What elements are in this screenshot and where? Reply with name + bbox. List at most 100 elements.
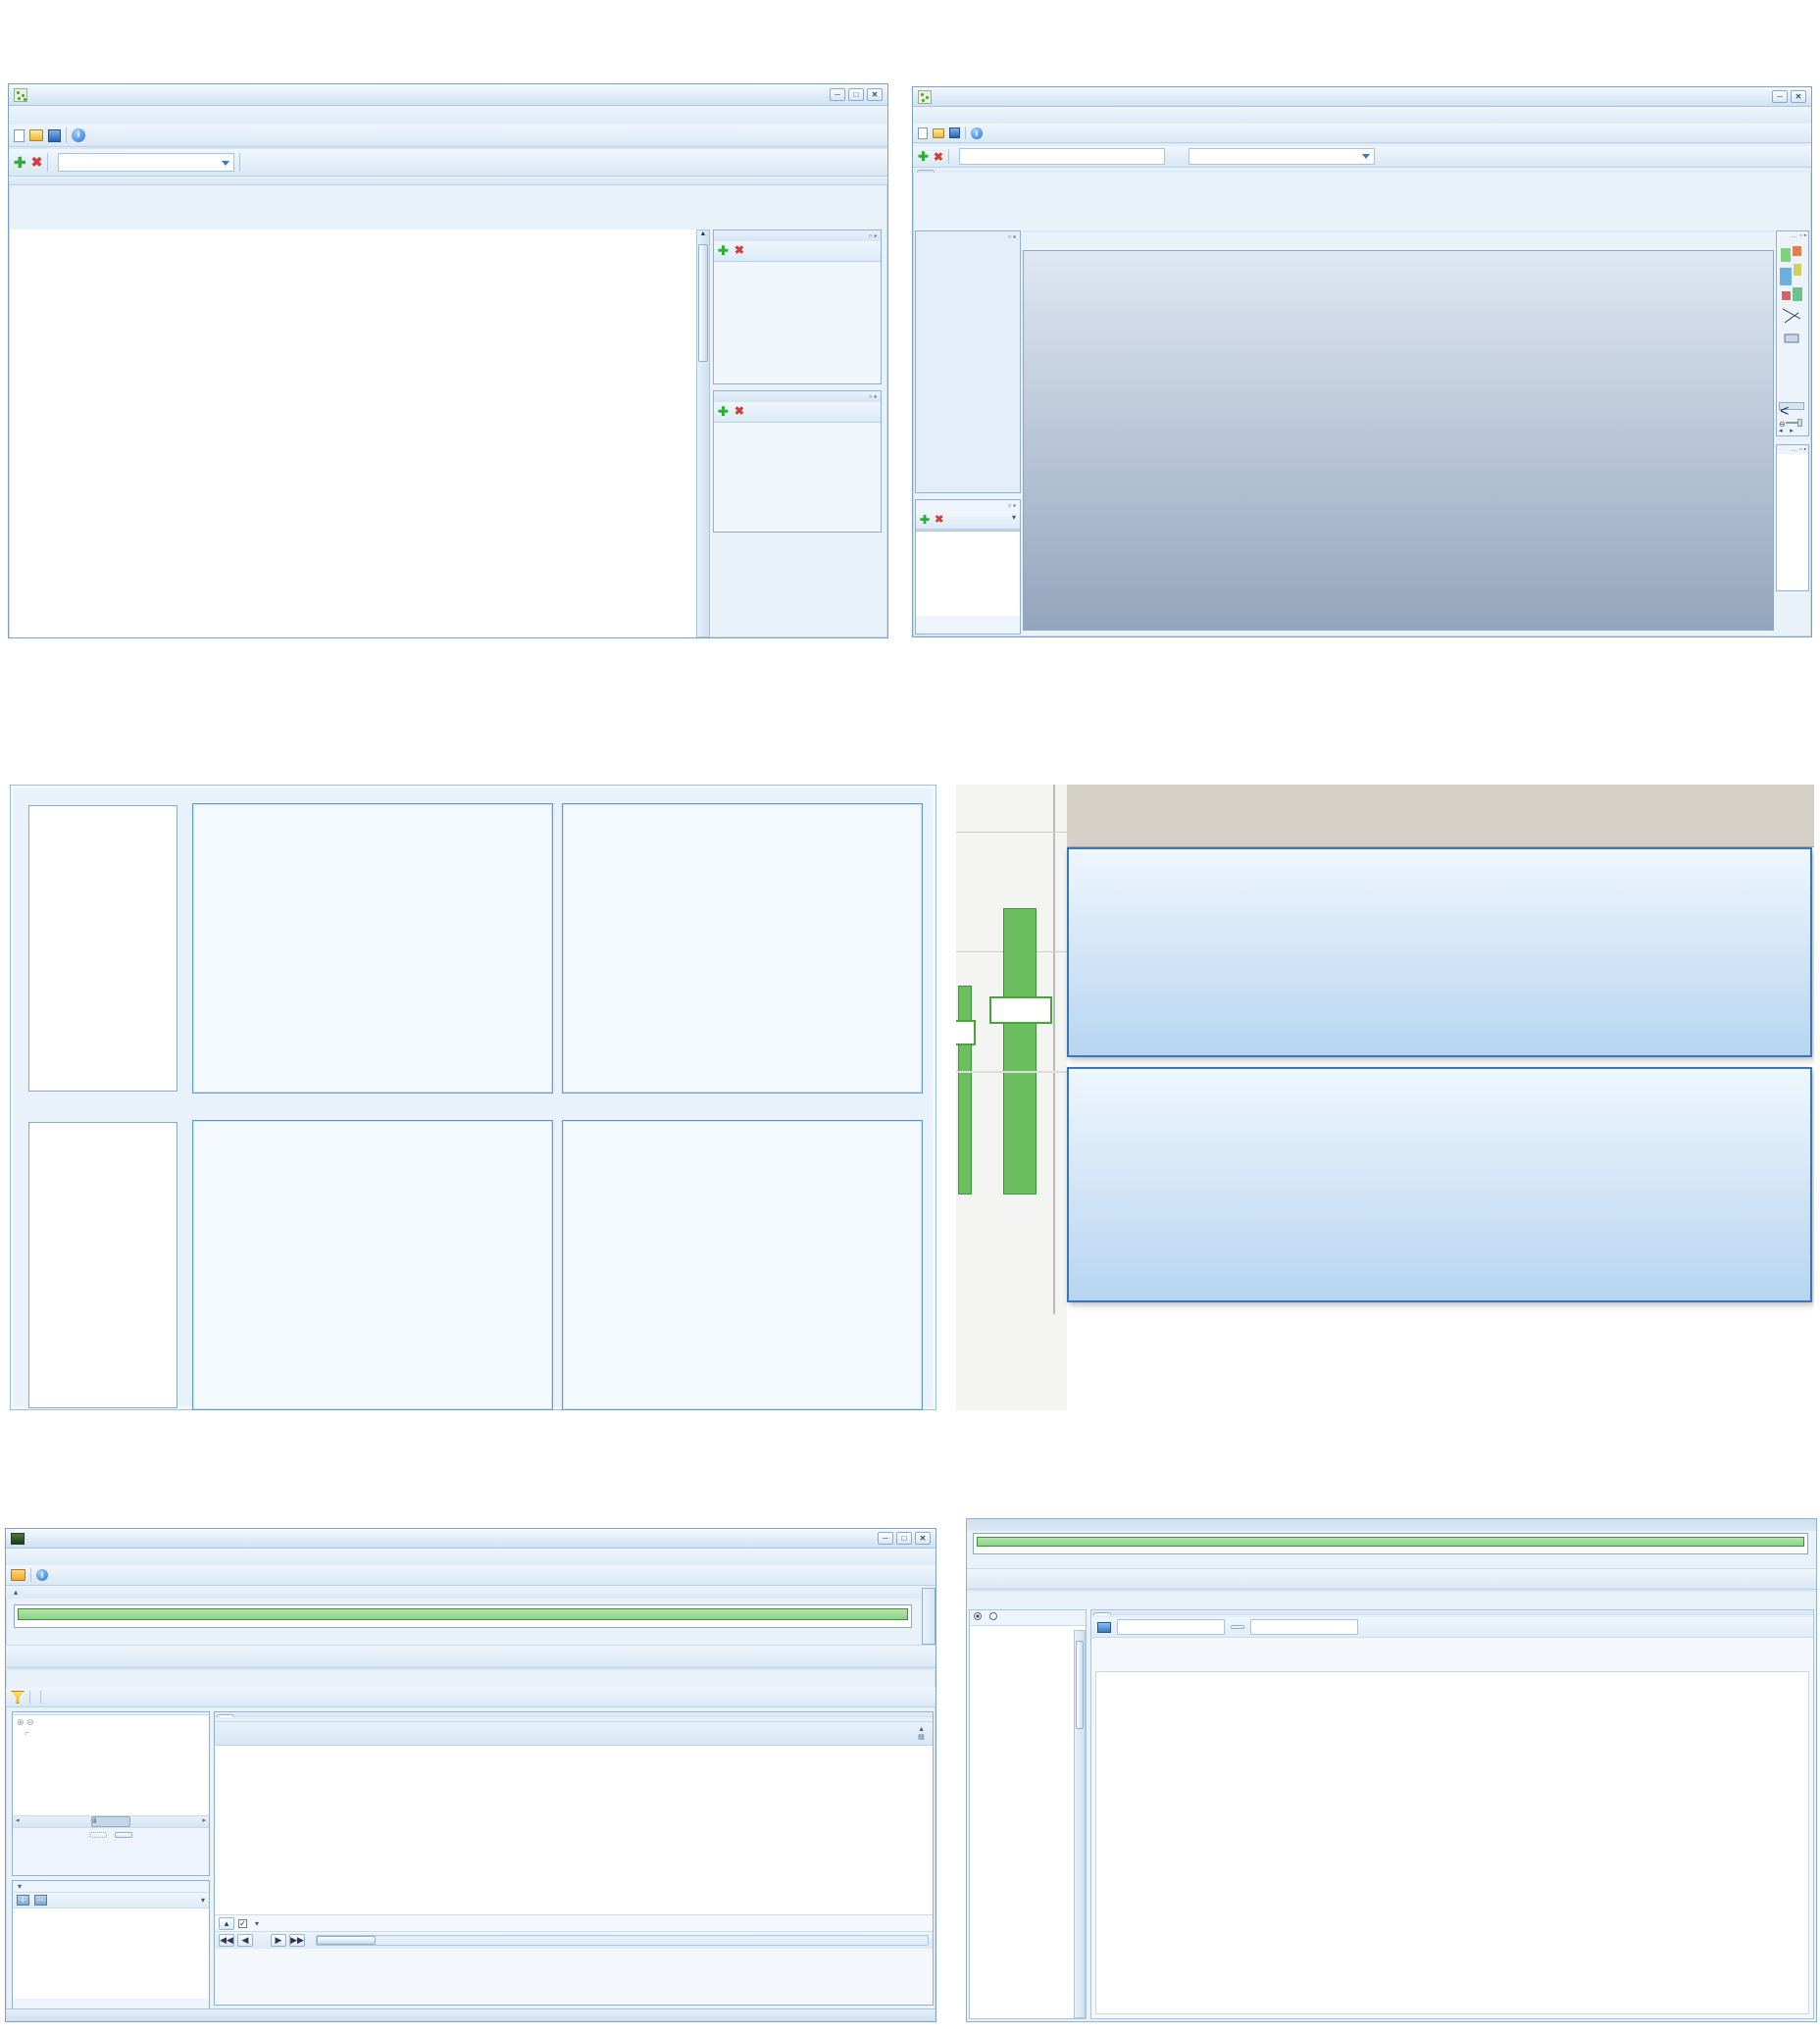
add-group-icon[interactable]: ✚ xyxy=(718,243,729,259)
maximize-icon[interactable]: □ xyxy=(896,1532,912,1545)
preset-remove-icon[interactable]: － xyxy=(34,1895,47,1906)
maximize-icon[interactable]: □ xyxy=(848,88,864,101)
tab-intellicage[interactable] xyxy=(1093,1612,1111,1615)
radio-groups[interactable] xyxy=(989,1612,997,1623)
designer-animals-window: ─ □ ✕ i ✚ ✖ ▲ ▫ ▪ ✚ ✖ ▫ ▪ ✚ ✖ xyxy=(8,83,888,638)
close-icon[interactable]: ✕ xyxy=(915,1532,931,1545)
minimize-icon[interactable]: ─ xyxy=(878,1532,893,1545)
info-side-tab[interactable] xyxy=(922,1588,935,1645)
delete-template-icon[interactable]: ✖ xyxy=(935,513,943,527)
minimap-zoom-box[interactable]: < xyxy=(1779,402,1804,420)
footer-collapse-icon[interactable]: ▴ xyxy=(219,1916,234,1930)
transponder-select[interactable] xyxy=(58,153,235,172)
add-template-icon[interactable]: ✚ xyxy=(920,513,930,527)
presets-dropdown-icon[interactable]: ▾ xyxy=(201,1896,205,1905)
visits-table[interactable] xyxy=(215,1746,933,1914)
new-file-icon[interactable] xyxy=(918,127,928,139)
delete-animal-icon[interactable]: ✖ xyxy=(31,154,43,171)
info-icon[interactable]: i xyxy=(72,128,85,142)
templates-panel-buttons-icon[interactable]: ▫ ▪ xyxy=(1008,501,1016,510)
add-animal-icon[interactable]: ✚ xyxy=(14,154,26,172)
filter-add-icon[interactable]: ⊕ ⊖ xyxy=(17,1717,34,1727)
open-file-icon[interactable] xyxy=(29,129,43,141)
nav-prev-icon[interactable]: ◀ xyxy=(237,1934,253,1947)
minimap-arrows[interactable]: ◂ ▸ xyxy=(1779,427,1794,434)
presets-panel: ▾ ＋ － ▾ xyxy=(12,1880,210,2009)
open-icon[interactable] xyxy=(11,1569,25,1581)
add-cluster-icon[interactable]: ✚ xyxy=(718,404,729,420)
filter-icon[interactable] xyxy=(11,1691,25,1703)
template-dropdown-icon[interactable]: ▾ xyxy=(1012,513,1016,527)
table-filter-footer: ▴ ✓ ▾ xyxy=(215,1914,933,1931)
groups-panel-buttons-icon[interactable]: ▫ ▪ xyxy=(869,231,877,240)
timeframe-controls xyxy=(967,1568,1816,1590)
table-hscrollbar[interactable] xyxy=(316,1935,929,1946)
animals-table-scrollbar[interactable]: ▲ xyxy=(696,229,710,637)
animals-tree[interactable] xyxy=(970,1626,1086,2018)
timeframe-header[interactable]: ▴ xyxy=(6,1586,935,1599)
module-diagram-canvas[interactable] xyxy=(1023,250,1774,631)
minimize-icon[interactable]: ─ xyxy=(830,88,845,101)
delete-cluster-icon[interactable]: ✖ xyxy=(734,404,744,420)
presets-collapse-icon[interactable]: ▾ xyxy=(18,1882,22,1891)
analyzer-titlebar[interactable]: ─ □ ✕ xyxy=(6,1529,935,1549)
units-panel-buttons-icon[interactable]: ▫ ▪ xyxy=(1008,232,1016,241)
module-name-input[interactable] xyxy=(958,148,1165,165)
designer-right-titlebar[interactable]: ─ ✕ xyxy=(913,87,1811,107)
save-icon[interactable] xyxy=(48,128,61,142)
layers-tab-row xyxy=(913,168,1811,173)
module-link-select[interactable] xyxy=(1188,148,1375,165)
select-timeframe-button[interactable] xyxy=(1231,1625,1244,1629)
chart-icon[interactable] xyxy=(1097,1621,1111,1633)
filter-tree[interactable]: ⊕ ⊖ ⌐ xyxy=(13,1714,209,1816)
group-hint-bar[interactable] xyxy=(9,177,887,185)
delete-group-icon[interactable]: ✖ xyxy=(734,243,744,259)
diagram-connections xyxy=(1024,251,1774,631)
close-icon[interactable]: ✕ xyxy=(1791,90,1806,103)
info-icon[interactable]: i xyxy=(971,127,983,139)
analyzer-group-hint[interactable]: ▲ ▤ xyxy=(215,1722,933,1746)
units-panel: ▫ ▪ xyxy=(915,230,1021,493)
charts-pane xyxy=(1090,1609,1814,2019)
radio-animals[interactable] xyxy=(974,1612,982,1623)
timeframe-slider[interactable] xyxy=(14,1604,912,1628)
chart-title xyxy=(1096,1672,1808,1674)
zoom-slider[interactable]: ⊖ xyxy=(1779,414,1804,429)
save-icon[interactable] xyxy=(949,127,960,138)
secondary-panel[interactable]: … ▫ ▪ xyxy=(1776,444,1809,591)
new-file-icon[interactable] xyxy=(14,128,25,142)
nav-next-icon[interactable]: ▶ xyxy=(271,1934,286,1947)
filter-hscrollbar[interactable]: ◂ ⅲ ▸ xyxy=(13,1816,209,1828)
collapse-icon[interactable]: ▴ xyxy=(14,1588,18,1597)
to-date-field[interactable] xyxy=(1250,1619,1358,1635)
delete-module-icon[interactable]: ✖ xyxy=(934,150,943,164)
analyzer-main-area: ▲ ▤ ▴ ✓ ▾ ◀◀ ◀ ▶ ▶▶ xyxy=(214,1711,934,2006)
designer-intellicage-window: ─ ✕ i ✚ ✖ ▫ ▪ ▫ ▪ ✚ ✖ ▾ … ▫ ▪ < ⊖ ◂ ▸ … … xyxy=(912,86,1812,637)
tree-scrollbar[interactable] xyxy=(1074,1630,1086,2018)
bar-value-label xyxy=(989,996,1052,1024)
preset-save-icon[interactable]: ＋ xyxy=(17,1895,29,1906)
minimize-icon[interactable]: ─ xyxy=(1772,90,1788,103)
timeframe-slider[interactable] xyxy=(973,1533,1808,1554)
analyzer-toolbar: i xyxy=(6,1565,935,1586)
info-icon[interactable]: i xyxy=(36,1569,48,1581)
table-scroll-icons[interactable]: ▲ ▤ xyxy=(918,1726,925,1741)
filter-dropdown-icon[interactable]: ▾ xyxy=(255,1919,259,1928)
open-file-icon[interactable] xyxy=(933,127,944,138)
clear-filter-button[interactable] xyxy=(115,1832,132,1838)
close-icon[interactable]: ✕ xyxy=(867,88,883,101)
filter-enabled-checkbox[interactable]: ✓ xyxy=(238,1918,247,1928)
apply-filter-button[interactable] xyxy=(89,1832,107,1838)
nav-last-icon[interactable]: ▶▶ xyxy=(289,1934,305,1947)
record-navigator: ◀◀ ◀ ▶ ▶▶ xyxy=(215,1931,933,1949)
animals-table[interactable] xyxy=(10,229,696,637)
minimap-panel[interactable]: … ▫ ▪ < ⊖ ◂ ▸ xyxy=(1776,230,1809,436)
nav-first-icon[interactable]: ◀◀ xyxy=(219,1934,234,1947)
green-bar xyxy=(1003,908,1036,1195)
tab-layers[interactable] xyxy=(917,170,935,173)
designer-left-titlebar[interactable]: ─ □ ✕ xyxy=(9,84,887,106)
tab-intellicage[interactable] xyxy=(217,1714,234,1717)
add-module-icon[interactable]: ✚ xyxy=(918,149,929,165)
from-date-field[interactable] xyxy=(1117,1619,1225,1635)
clusters-panel-buttons-icon[interactable]: ▫ ▪ xyxy=(869,392,877,401)
